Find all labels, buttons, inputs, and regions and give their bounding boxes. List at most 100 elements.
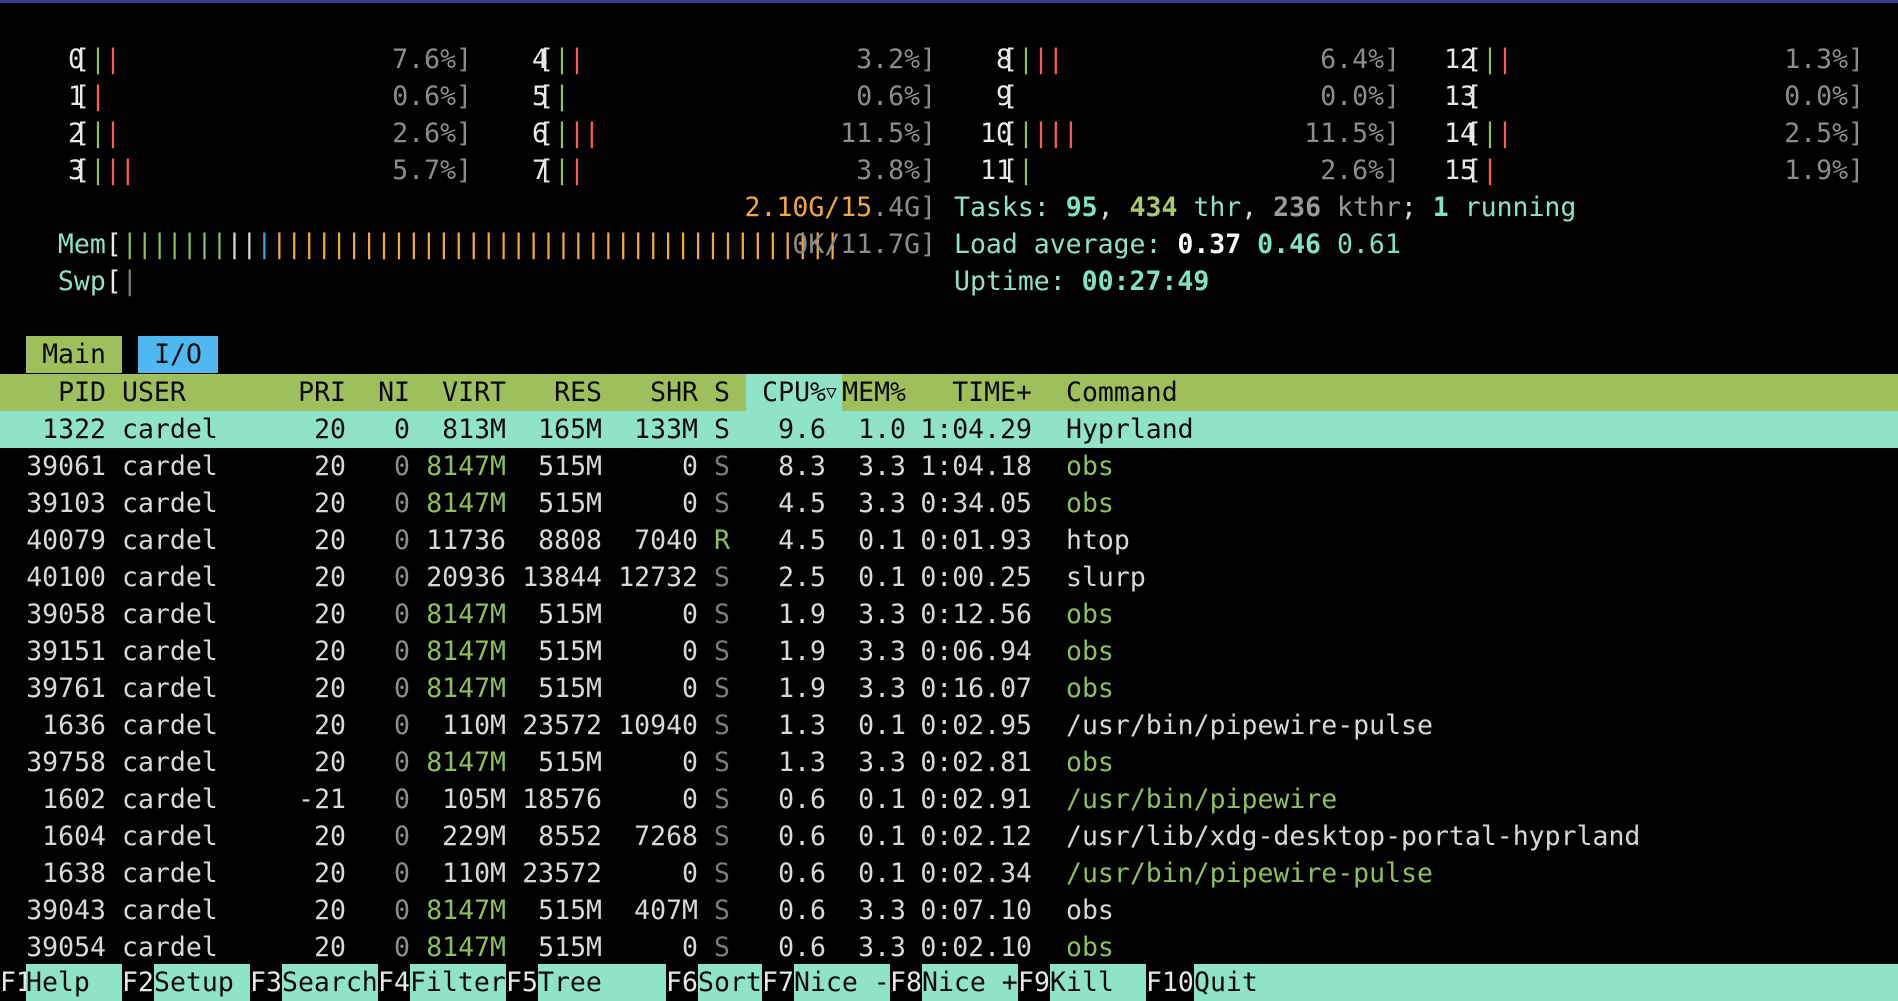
process-row[interactable]: 39043 cardel 20 0 8147M 515M 407M S 0.6 3.3 0:07.1… bbox=[0, 892, 1898, 929]
process-row[interactable]: 1322 cardel 20 0 813M 165M 133M S 9.6 1.0 1:04.29 H… bbox=[0, 411, 1898, 448]
tab-main[interactable]: Main bbox=[26, 336, 122, 373]
process-res: 23572 bbox=[522, 858, 602, 889]
cpu-bar-segment: | bbox=[553, 155, 570, 186]
swap-open-bracket: [ bbox=[105, 266, 122, 297]
fkey-nice[interactable]: F8 Nice + bbox=[890, 964, 1018, 1001]
process-time: 0:02.95 bbox=[920, 710, 1032, 741]
column-virt[interactable]: VIRT bbox=[410, 374, 506, 411]
cpu-open-bracket: [ bbox=[1002, 81, 1018, 112]
fkey-quit[interactable]: F10 Quit bbox=[1146, 964, 1898, 1001]
cpu-bar-segment: || bbox=[568, 118, 600, 149]
cpu-bar: [|||| bbox=[1002, 115, 1079, 152]
threads-label: thr bbox=[1177, 192, 1242, 223]
process-res: 13844 bbox=[522, 562, 602, 593]
process-res: 23572 bbox=[522, 710, 602, 741]
process-time: 0:02.34 bbox=[920, 858, 1032, 889]
process-row[interactable]: 1636 cardel 20 0 110M 23572 10940 S 1.3 0.1 0:02.9… bbox=[0, 707, 1898, 744]
cpu-percent: 0.6%] bbox=[392, 81, 472, 112]
process-nice: 0 bbox=[394, 562, 410, 593]
tab-io[interactable]: I/O bbox=[138, 336, 218, 373]
process-pid: 39054 bbox=[26, 932, 106, 963]
cpu-bar-segment: | bbox=[104, 44, 121, 75]
process-pid: 1638 bbox=[42, 858, 106, 889]
fkey-help[interactable]: F1 Help bbox=[0, 964, 122, 1001]
process-pid: 39058 bbox=[26, 599, 106, 630]
process-row[interactable]: 40100 cardel 20 0 20936 13844 12732 S 2.5 0.1 0:00… bbox=[0, 559, 1898, 596]
load-average-meter: Load average: 0.37 0.46 0.61 bbox=[954, 226, 1401, 263]
process-row[interactable]: 39151 cardel 20 0 8147M 515M 0 S 1.9 3.3 0:06.94 ob… bbox=[0, 633, 1898, 670]
process-row[interactable]: 39758 cardel 20 0 8147M 515M 0 S 1.3 3.3 0:02.81 ob… bbox=[0, 744, 1898, 781]
process-command: htop bbox=[1066, 525, 1130, 556]
cpu-percent: 3.2%] bbox=[856, 44, 936, 75]
cpu-bar-segment: | bbox=[1481, 155, 1498, 186]
cpu-bar: [ bbox=[1002, 78, 1018, 115]
process-row[interactable]: 39058 cardel 20 0 8147M 515M 0 S 1.9 3.3 0:12.56 ob… bbox=[0, 596, 1898, 633]
process-command: obs bbox=[1066, 451, 1114, 482]
cpu-bar-fill: || bbox=[90, 44, 121, 75]
cpu-open-bracket: [ bbox=[1466, 44, 1482, 75]
process-row[interactable]: 1638 cardel 20 0 110M 23572 0 S 0.6 0.1 0:02.34/us… bbox=[0, 855, 1898, 892]
running-label: running bbox=[1448, 192, 1577, 223]
cpu-bar: [|| bbox=[74, 115, 121, 152]
fkey-nice[interactable]: F7 Nice - bbox=[762, 964, 890, 1001]
process-shr: 12732 bbox=[618, 562, 698, 593]
process-command: obs bbox=[1066, 599, 1114, 630]
process-row[interactable]: 39761 cardel 20 0 8147M 515M 0 S 1.9 3.3 0:16.07 ob… bbox=[0, 670, 1898, 707]
load-1min: 0.37 bbox=[1177, 229, 1242, 260]
column-shr[interactable]: SHR bbox=[602, 374, 698, 411]
cpu-percent: 0.0%] bbox=[1784, 81, 1864, 112]
process-user: cardel bbox=[122, 488, 218, 519]
process-user: cardel bbox=[122, 451, 218, 482]
column-cpu[interactable]: CPU% bbox=[746, 374, 826, 411]
column-res[interactable]: RES bbox=[506, 374, 602, 411]
load-5min: 0.46 bbox=[1257, 229, 1321, 260]
column-ni[interactable]: NI bbox=[360, 374, 410, 411]
cpu-meter: 14 [|| 2.5%] bbox=[1418, 115, 1864, 152]
fkey-setup[interactable]: F2 Setup bbox=[122, 964, 250, 1001]
process-row[interactable]: 1604 cardel 20 0 229M 8552 7268 S 0.6 0.1 0:02.12 /… bbox=[0, 818, 1898, 855]
tasks-sep: ; bbox=[1400, 192, 1433, 223]
column-pid[interactable]: PID bbox=[0, 374, 106, 411]
process-shr: 10940 bbox=[618, 710, 698, 741]
process-state: S bbox=[714, 673, 730, 704]
cpu-open-bracket: [ bbox=[1002, 118, 1018, 149]
column-state[interactable]: S bbox=[714, 374, 730, 411]
process-row[interactable]: 40079 cardel 20 0 11736 8808 7040 R 4.5 0.1 0:01.9… bbox=[0, 522, 1898, 559]
process-state: S bbox=[714, 932, 730, 963]
column-command[interactable]: Command bbox=[1066, 374, 1178, 411]
process-state: S bbox=[714, 414, 730, 445]
cpu-bar-segment: || bbox=[104, 155, 136, 186]
fkey-key: F5 bbox=[506, 964, 538, 1001]
window-top-border bbox=[0, 0, 1898, 3]
process-pid: 39103 bbox=[26, 488, 106, 519]
process-virt: 229M bbox=[442, 821, 506, 852]
cpu-percent: 2.6%] bbox=[392, 118, 472, 149]
process-nice: 0 bbox=[394, 784, 410, 815]
column-time[interactable]: TIME+ bbox=[920, 374, 1032, 411]
fkey-key: F6 bbox=[666, 964, 698, 1001]
process-row[interactable]: 39061 cardel 20 0 8147M 515M 0 S 8.3 3.3 1:04.18 ob… bbox=[0, 448, 1898, 485]
column-user[interactable]: USER bbox=[122, 374, 186, 411]
process-priority: 20 bbox=[314, 414, 346, 445]
cpu-bar-segment: ||| bbox=[1032, 118, 1079, 149]
process-pid: 39758 bbox=[26, 747, 106, 778]
column-mem[interactable]: MEM% bbox=[842, 374, 906, 411]
cpu-meter: 7 [|| 3.8%] bbox=[490, 152, 936, 189]
column-pri[interactable]: PRI bbox=[280, 374, 346, 411]
process-user: cardel bbox=[122, 636, 218, 667]
process-virt: 8147M bbox=[426, 636, 506, 667]
process-row[interactable]: 39103 cardel 20 0 8147M 515M 0 S 4.5 3.3 0:34.05 ob… bbox=[0, 485, 1898, 522]
process-state: S bbox=[714, 821, 730, 852]
process-row[interactable]: 1602 cardel -21 0 105M 18576 0 S 0.6 0.1 0:02.91/u… bbox=[0, 781, 1898, 818]
process-priority: 20 bbox=[314, 821, 346, 852]
process-mem: 3.3 bbox=[858, 636, 906, 667]
fkey-search[interactable]: F3 Search bbox=[250, 964, 378, 1001]
fkey-filter[interactable]: F4 Filter bbox=[378, 964, 506, 1001]
process-row[interactable]: 39054 cardel 20 0 8147M 515M 0 S 0.6 3.3 0:02.10 ob… bbox=[0, 929, 1898, 966]
fkey-tree[interactable]: F5 Tree bbox=[506, 964, 666, 1001]
cpu-bar: [||| bbox=[1002, 41, 1064, 78]
cpu-meter: 8 [||| 6.4%] bbox=[954, 41, 1400, 78]
cpu-bar-fill: || bbox=[1482, 44, 1513, 75]
process-user: cardel bbox=[122, 710, 218, 741]
cpu-bar-fill: |||| bbox=[1018, 118, 1079, 149]
